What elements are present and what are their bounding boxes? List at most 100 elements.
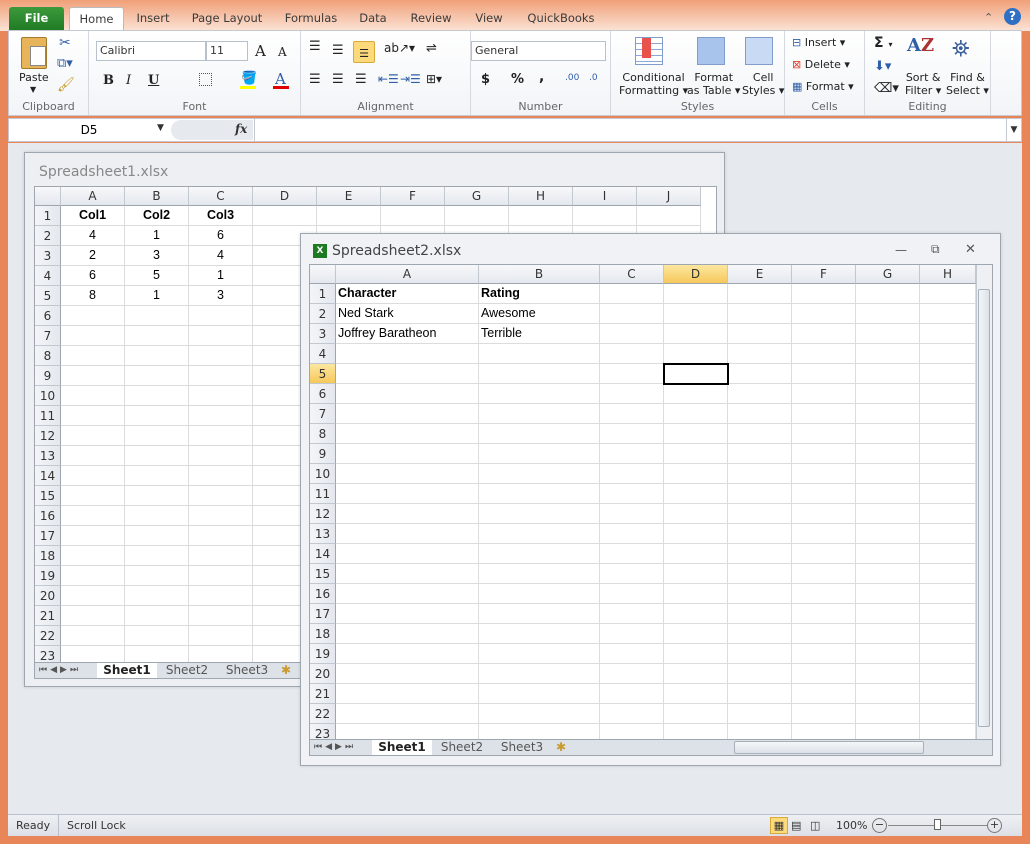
cell-D4[interactable]	[664, 344, 728, 364]
column-header-C[interactable]: C	[189, 187, 253, 206]
cell-A22[interactable]	[336, 704, 479, 724]
cell-B11[interactable]	[479, 484, 600, 504]
cell-E11[interactable]	[728, 484, 792, 504]
cell-B8[interactable]	[125, 346, 189, 366]
tab-file[interactable]: File	[9, 7, 64, 31]
row-header-20[interactable]: 20	[35, 586, 61, 606]
column-header-A[interactable]: A	[61, 187, 125, 206]
page-break-view-button[interactable]: ◫	[810, 815, 820, 836]
cell-F4[interactable]	[792, 344, 856, 364]
cell-A6[interactable]	[336, 384, 479, 404]
column-header-G[interactable]: G	[445, 187, 509, 206]
tab-data[interactable]: Data	[352, 7, 394, 31]
row-header-20[interactable]: 20	[310, 664, 336, 684]
cell-E1[interactable]	[317, 206, 381, 226]
cell-C7[interactable]	[189, 326, 253, 346]
cell-F15[interactable]	[792, 564, 856, 584]
cell-H8[interactable]	[920, 424, 976, 444]
cell-C18[interactable]	[600, 624, 664, 644]
cell-E5[interactable]	[728, 364, 792, 384]
sheet-nav-buttons[interactable]: ⏮◀▶⏭	[314, 740, 356, 755]
restore-icon[interactable]: ⧉	[931, 242, 940, 257]
row-header-6[interactable]: 6	[35, 306, 61, 326]
cell-A19[interactable]	[61, 566, 125, 586]
cell-D16[interactable]	[664, 584, 728, 604]
cell-B14[interactable]	[125, 466, 189, 486]
tab-quickbooks[interactable]: QuickBooks	[520, 7, 602, 31]
cell-H4[interactable]	[920, 344, 976, 364]
cell-F14[interactable]	[792, 544, 856, 564]
selected-cell-cursor[interactable]	[663, 363, 729, 385]
cell-C18[interactable]	[189, 546, 253, 566]
sheet-nav-buttons[interactable]: ⏮◀▶⏭	[39, 663, 81, 678]
cell-D3[interactable]	[664, 324, 728, 344]
decrease-indent-icon[interactable]: ⇤☰	[378, 72, 399, 86]
row-header-19[interactable]: 19	[35, 566, 61, 586]
cell-E20[interactable]	[728, 664, 792, 684]
cell-H1[interactable]	[509, 206, 573, 226]
row-header-4[interactable]: 4	[35, 266, 61, 286]
row-header-8[interactable]: 8	[310, 424, 336, 444]
cell-B1[interactable]: Col2	[125, 206, 189, 226]
increase-indent-icon[interactable]: ⇥☰	[400, 72, 421, 86]
zoom-in-button[interactable]: +	[987, 818, 1002, 833]
cell-H11[interactable]	[920, 484, 976, 504]
cell-F10[interactable]	[792, 464, 856, 484]
row-header-1[interactable]: 1	[35, 206, 61, 226]
cell-E16[interactable]	[728, 584, 792, 604]
cell-E8[interactable]	[728, 424, 792, 444]
cell-A6[interactable]	[61, 306, 125, 326]
cell-A20[interactable]	[336, 664, 479, 684]
cell-I1[interactable]	[573, 206, 637, 226]
row-header-5[interactable]: 5	[310, 364, 336, 384]
column-header-E[interactable]: E	[728, 265, 792, 284]
cell-F18[interactable]	[792, 624, 856, 644]
format-button[interactable]: ▦ Format ▾	[792, 80, 854, 93]
cell-A9[interactable]	[336, 444, 479, 464]
cell-G10[interactable]	[856, 464, 920, 484]
row-header-16[interactable]: 16	[310, 584, 336, 604]
cell-C22[interactable]	[600, 704, 664, 724]
cell-H14[interactable]	[920, 544, 976, 564]
cell-B4[interactable]	[479, 344, 600, 364]
cell-A16[interactable]	[336, 584, 479, 604]
cell-B1[interactable]: Rating	[479, 284, 600, 304]
percent-button[interactable]: %	[511, 72, 524, 87]
cell-C14[interactable]	[189, 466, 253, 486]
cell-B10[interactable]	[125, 386, 189, 406]
cell-F22[interactable]	[792, 704, 856, 724]
find-select-button[interactable]: Find & Select ▾	[946, 71, 989, 97]
expand-formula-bar-icon[interactable]: ▼	[1006, 119, 1021, 141]
cell-C6[interactable]	[600, 384, 664, 404]
cell-C8[interactable]	[189, 346, 253, 366]
cell-C3[interactable]: 4	[189, 246, 253, 266]
cell-C12[interactable]	[600, 504, 664, 524]
minimize-ribbon-icon[interactable]: ⌃	[984, 11, 993, 24]
cell-C9[interactable]	[600, 444, 664, 464]
row-header-8[interactable]: 8	[35, 346, 61, 366]
cell-E1[interactable]	[728, 284, 792, 304]
cell-H2[interactable]	[920, 304, 976, 324]
grow-font-button[interactable]: A	[255, 42, 266, 60]
cell-E22[interactable]	[728, 704, 792, 724]
cell-D10[interactable]	[664, 464, 728, 484]
row-header-6[interactable]: 6	[310, 384, 336, 404]
fill-icon[interactable]: ⬇▾	[874, 59, 891, 74]
row-header-22[interactable]: 22	[35, 626, 61, 646]
cell-B17[interactable]	[125, 526, 189, 546]
cell-A7[interactable]	[61, 326, 125, 346]
cell-G1[interactable]	[856, 284, 920, 304]
cell-C19[interactable]	[600, 644, 664, 664]
cell-F16[interactable]	[792, 584, 856, 604]
cell-A22[interactable]	[61, 626, 125, 646]
cell-A14[interactable]	[61, 466, 125, 486]
sheet-tab-sheet1[interactable]: Sheet1	[97, 663, 157, 678]
cell-A8[interactable]	[61, 346, 125, 366]
cell-D13[interactable]	[664, 524, 728, 544]
cell-B15[interactable]	[479, 564, 600, 584]
font-name-select[interactable]: Calibri	[96, 41, 206, 61]
close-icon[interactable]: ✕	[965, 242, 976, 257]
cell-B21[interactable]	[479, 684, 600, 704]
cell-F20[interactable]	[792, 664, 856, 684]
copy-icon[interactable]: ⧉▾	[57, 56, 73, 71]
